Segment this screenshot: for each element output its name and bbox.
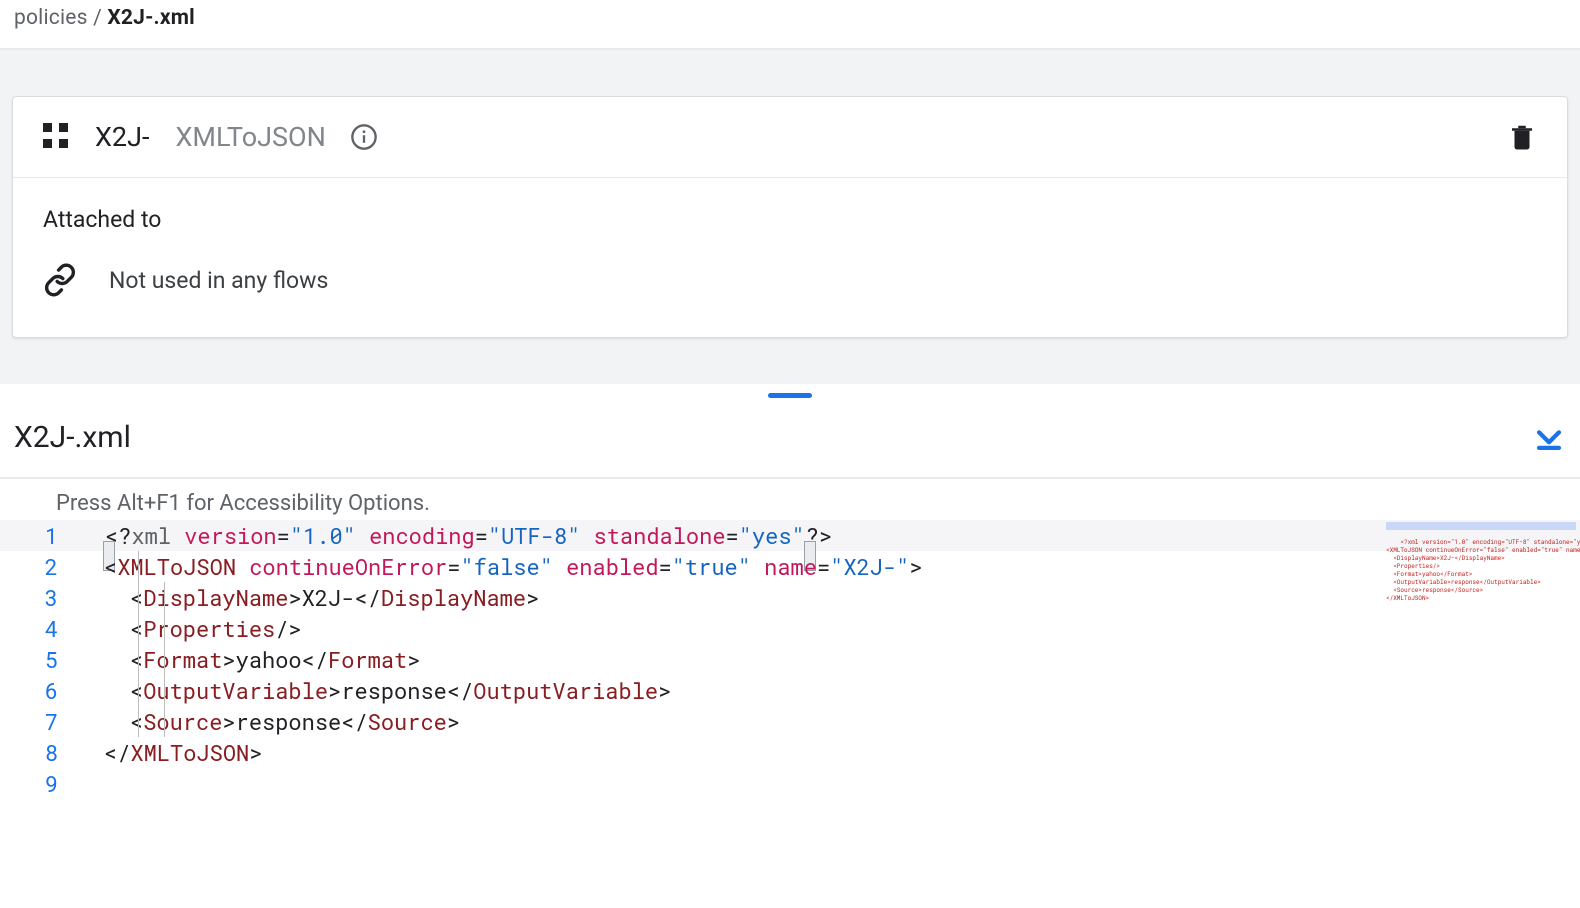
breadcrumb: policies / X2J-.xml [0, 0, 1580, 50]
drag-handle-icon[interactable] [43, 123, 71, 151]
line-number: 5 [0, 644, 104, 675]
policy-type: XMLToJSON [175, 121, 325, 153]
line-number: 3 [0, 582, 104, 613]
code-line[interactable]: 7 <Source>response</Source> [0, 706, 1580, 737]
line-number: 9 [0, 768, 104, 799]
attached-to-label: Attached to [43, 206, 1537, 233]
collapse-icon[interactable] [1532, 421, 1566, 455]
link-icon [43, 263, 77, 297]
code-line[interactable]: 1 <?xml version="1.0" encoding="UTF-8" s… [0, 520, 1580, 551]
editor-header: X2J-.xml [0, 406, 1580, 479]
line-number: 7 [0, 706, 104, 737]
code-line[interactable]: 6 <OutputVariable>response</OutputVariab… [0, 675, 1580, 706]
splitter-handle[interactable] [768, 393, 812, 398]
delete-icon[interactable] [1507, 122, 1537, 152]
code-line[interactable]: 8 </XMLToJSON> [0, 737, 1580, 768]
code-line[interactable]: 3 <DisplayName>X2J-</DisplayName> [0, 582, 1580, 613]
line-number: 1 [0, 520, 104, 551]
breadcrumb-file: X2J-.xml [107, 6, 195, 30]
policy-name: X2J- [95, 121, 149, 153]
splitter-zone [0, 384, 1580, 406]
policy-card-zone: X2J- XMLToJSON Attached to [0, 50, 1580, 384]
line-number: 2 [0, 551, 104, 582]
info-icon[interactable] [350, 123, 378, 151]
a11y-hint: Press Alt+F1 for Accessibility Options. [0, 479, 1580, 520]
line-number: 4 [0, 613, 104, 644]
line-number: 8 [0, 737, 104, 768]
breadcrumb-sep: / [93, 6, 102, 30]
code-line[interactable]: 9 [0, 768, 1580, 799]
policy-card-header: X2J- XMLToJSON [13, 97, 1567, 178]
code-line[interactable]: 5 <Format>yahoo</Format> [0, 644, 1580, 675]
minimap[interactable]: <?xml version="1.0" encoding="UTF-8" sta… [1386, 522, 1576, 592]
editor-title: X2J-.xml [14, 420, 131, 455]
code-line[interactable]: 4 <Properties/> [0, 613, 1580, 644]
code-line[interactable]: 2 <XMLToJSON continueOnError="false" ena… [0, 551, 1580, 582]
policy-card-body: Attached to Not used in any flows [13, 178, 1567, 337]
code-editor[interactable]: 1 <?xml version="1.0" encoding="UTF-8" s… [0, 520, 1580, 839]
line-number: 6 [0, 675, 104, 706]
policy-card: X2J- XMLToJSON Attached to [12, 96, 1568, 338]
attached-to-text: Not used in any flows [109, 267, 328, 294]
breadcrumb-folder[interactable]: policies [14, 6, 88, 30]
attached-to-row: Not used in any flows [43, 263, 1537, 297]
